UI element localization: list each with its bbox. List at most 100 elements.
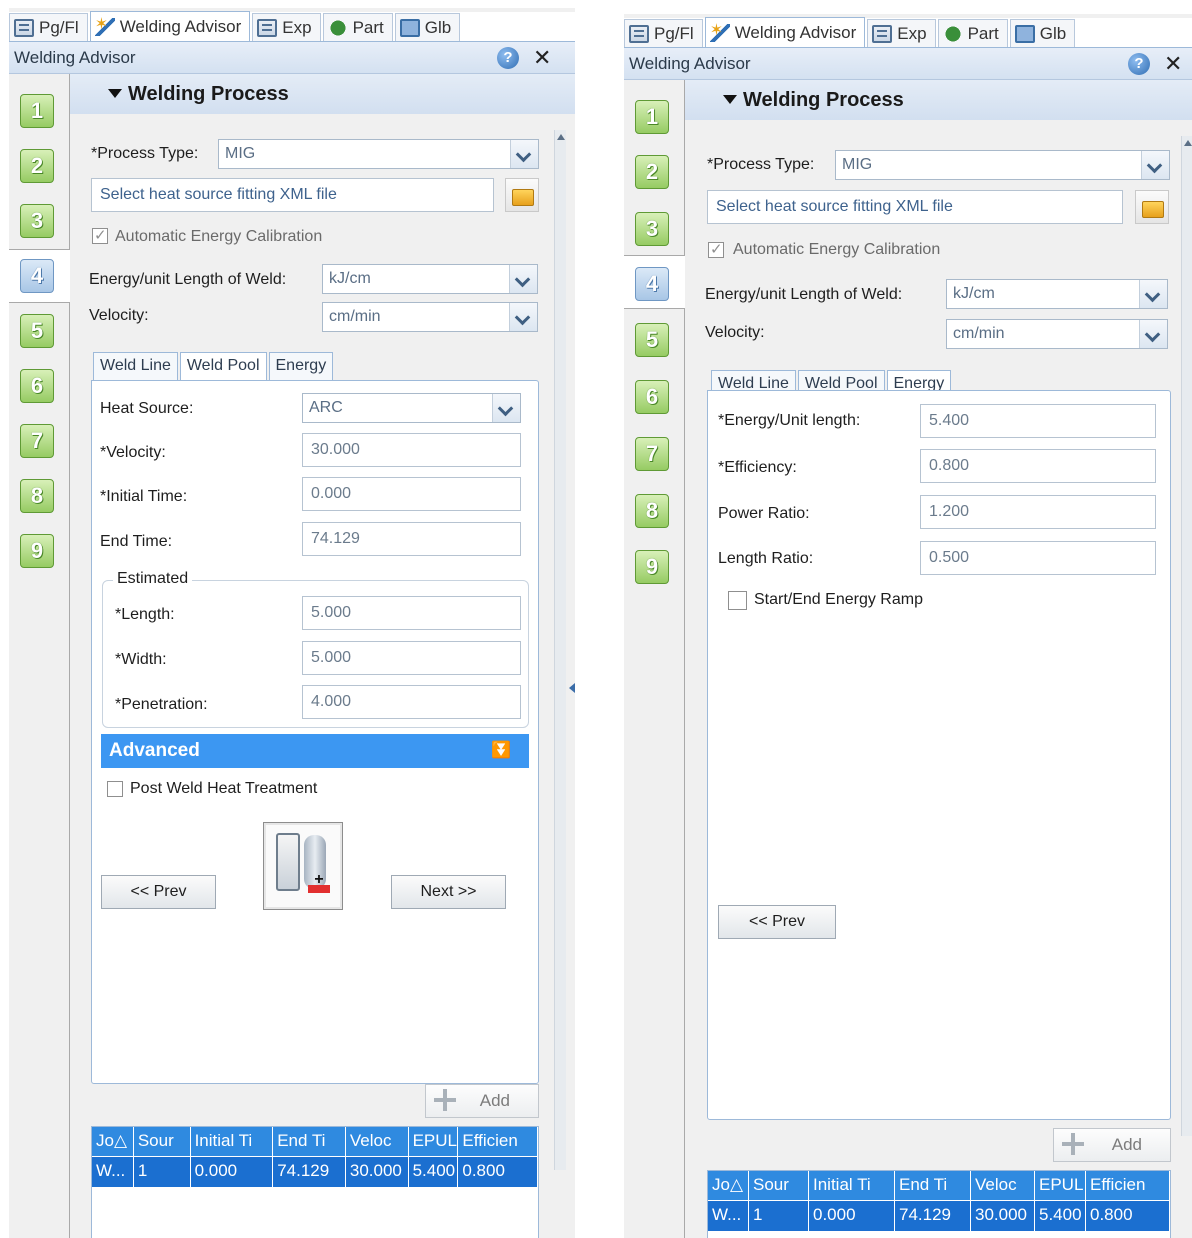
- weld-fixture-image-button[interactable]: +: [263, 822, 343, 910]
- table-cell: 74.129: [895, 1201, 971, 1231]
- end-time-label: End Time:: [100, 533, 173, 550]
- heat-source-file-input[interactable]: Select heat source fitting XML file: [91, 178, 494, 212]
- length-ratio-field[interactable]: 0.500: [920, 541, 1156, 575]
- tab-welding-advisor[interactable]: Welding Advisor: [89, 11, 251, 41]
- step-6-button[interactable]: 6: [20, 369, 54, 403]
- column-header-velocity[interactable]: Veloc: [345, 1127, 409, 1157]
- energy-per-length-value: 5.400: [929, 412, 970, 429]
- help-icon[interactable]: ?: [1128, 53, 1150, 75]
- energy-ramp-checkbox[interactable]: [728, 591, 747, 610]
- column-header-epul[interactable]: EPUL: [408, 1127, 459, 1157]
- process-type-label: *Process Type:: [707, 156, 815, 173]
- penetration-field[interactable]: 4.000: [302, 685, 521, 719]
- tab-weld-pool[interactable]: Weld Pool: [179, 352, 267, 382]
- step-5-button[interactable]: 5: [635, 323, 669, 357]
- close-icon[interactable]: ✕: [533, 45, 551, 71]
- next-button[interactable]: Next >>: [391, 875, 506, 909]
- table-row[interactable]: W... 1 0.000 74.129 30.000 5.400 0.800: [708, 1201, 1170, 1231]
- tab-exp[interactable]: Exp: [252, 13, 321, 41]
- post-weld-checkbox[interactable]: [107, 781, 123, 797]
- efficiency-field[interactable]: 0.800: [920, 449, 1156, 483]
- column-header-source[interactable]: Sour: [133, 1127, 191, 1157]
- end-time-field[interactable]: 74.129: [302, 522, 521, 556]
- length-field[interactable]: 5.000: [302, 596, 521, 630]
- velocity-field[interactable]: 30.000: [302, 433, 521, 467]
- process-type-select[interactable]: MIG: [218, 139, 539, 169]
- tree-icon: [257, 18, 278, 37]
- step-6-button[interactable]: 6: [635, 380, 669, 414]
- section-header-welding-process[interactable]: Welding Process: [70, 74, 575, 114]
- column-header-end-time[interactable]: End Ti: [895, 1171, 971, 1201]
- penetration-label: *Penetration:: [115, 696, 208, 713]
- energy-ramp-label: Start/End Energy Ramp: [754, 591, 923, 608]
- step-8-button[interactable]: 8: [20, 479, 54, 513]
- heat-source-file-input[interactable]: Select heat source fitting XML file: [707, 190, 1123, 224]
- step-3-button[interactable]: 3: [635, 212, 669, 246]
- initial-time-field[interactable]: 0.000: [302, 477, 521, 511]
- advanced-section-header[interactable]: Advanced ⏬: [101, 734, 529, 768]
- step-8-button[interactable]: 8: [635, 494, 669, 528]
- energy-unit-select[interactable]: kJ/cm: [322, 264, 538, 294]
- tab-glb[interactable]: Glb: [394, 13, 461, 41]
- folder-open-icon[interactable]: [505, 178, 539, 212]
- tab-label: Part: [352, 17, 384, 37]
- tab-pg-fl[interactable]: Pg/Fl: [624, 19, 703, 47]
- tab-pg-fl[interactable]: Pg/Fl: [9, 13, 88, 41]
- table-row[interactable]: W... 1 0.000 74.129 30.000 5.400 0.800: [92, 1157, 538, 1187]
- step-4-button[interactable]: 4: [20, 259, 54, 293]
- velocity-unit-select[interactable]: cm/min: [946, 319, 1168, 349]
- tab-glb[interactable]: Glb: [1009, 19, 1076, 47]
- tab-energy[interactable]: Energy: [268, 352, 334, 380]
- add-button[interactable]: Add: [1053, 1128, 1171, 1162]
- add-button[interactable]: Add: [425, 1084, 539, 1118]
- step-9-button[interactable]: 9: [20, 534, 54, 568]
- column-header-joint[interactable]: Jo△: [92, 1127, 134, 1157]
- prev-button[interactable]: << Prev: [718, 905, 836, 939]
- column-header-velocity[interactable]: Veloc: [971, 1171, 1035, 1201]
- energy-per-length-label: *Energy/Unit length:: [718, 412, 861, 429]
- process-type-select[interactable]: MIG: [835, 150, 1170, 180]
- step-3-button[interactable]: 3: [20, 204, 54, 238]
- step-2-button[interactable]: 2: [635, 155, 669, 189]
- column-header-end-time[interactable]: End Ti: [273, 1127, 346, 1157]
- step-1-button[interactable]: 1: [20, 94, 54, 128]
- width-field[interactable]: 5.000: [302, 641, 521, 675]
- section-header-welding-process[interactable]: Welding Process: [685, 80, 1192, 120]
- step-1-button[interactable]: 1: [635, 100, 669, 134]
- column-header-joint[interactable]: Jo△: [708, 1171, 749, 1201]
- step-7-button[interactable]: 7: [20, 424, 54, 458]
- column-header-efficiency[interactable]: Efficien: [458, 1127, 538, 1157]
- tab-part[interactable]: Part: [322, 13, 393, 41]
- vertical-scrollbar[interactable]: [1181, 136, 1192, 1136]
- tab-weld-line[interactable]: Weld Line: [93, 352, 178, 380]
- splitter-arrow-icon[interactable]: [569, 683, 575, 693]
- energy-unit-select[interactable]: kJ/cm: [946, 279, 1168, 309]
- step-5-button[interactable]: 5: [20, 314, 54, 348]
- table-cell: 1: [133, 1157, 191, 1187]
- help-icon[interactable]: ?: [497, 47, 519, 69]
- tab-welding-advisor[interactable]: Welding Advisor: [704, 17, 866, 47]
- vertical-scrollbar[interactable]: [554, 130, 566, 1170]
- prev-button[interactable]: << Prev: [101, 875, 216, 909]
- section-title: Welding Process: [743, 88, 904, 111]
- close-icon[interactable]: ✕: [1164, 51, 1182, 77]
- energy-per-length-field[interactable]: 5.400: [920, 404, 1156, 438]
- column-header-initial-time[interactable]: Initial Ti: [809, 1171, 895, 1201]
- heat-source-select[interactable]: ARC: [302, 393, 521, 423]
- column-header-epul[interactable]: EPUL: [1035, 1171, 1086, 1201]
- tab-part[interactable]: Part: [937, 19, 1008, 47]
- tab-exp[interactable]: Exp: [867, 19, 936, 47]
- auto-calibration-checkbox[interactable]: [708, 240, 724, 258]
- step-4-button[interactable]: 4: [635, 267, 669, 301]
- column-header-initial-time[interactable]: Initial Ti: [190, 1127, 274, 1157]
- auto-calibration-checkbox[interactable]: [92, 226, 108, 244]
- column-header-source[interactable]: Sour: [749, 1171, 809, 1201]
- step-9-button[interactable]: 9: [635, 550, 669, 584]
- table-cell: 0.000: [190, 1157, 274, 1187]
- power-ratio-field[interactable]: 1.200: [920, 495, 1156, 529]
- step-2-button[interactable]: 2: [20, 149, 54, 183]
- velocity-unit-select[interactable]: cm/min: [322, 302, 538, 332]
- folder-open-icon[interactable]: [1135, 190, 1169, 224]
- column-header-efficiency[interactable]: Efficien: [1086, 1171, 1170, 1201]
- step-7-button[interactable]: 7: [635, 437, 669, 471]
